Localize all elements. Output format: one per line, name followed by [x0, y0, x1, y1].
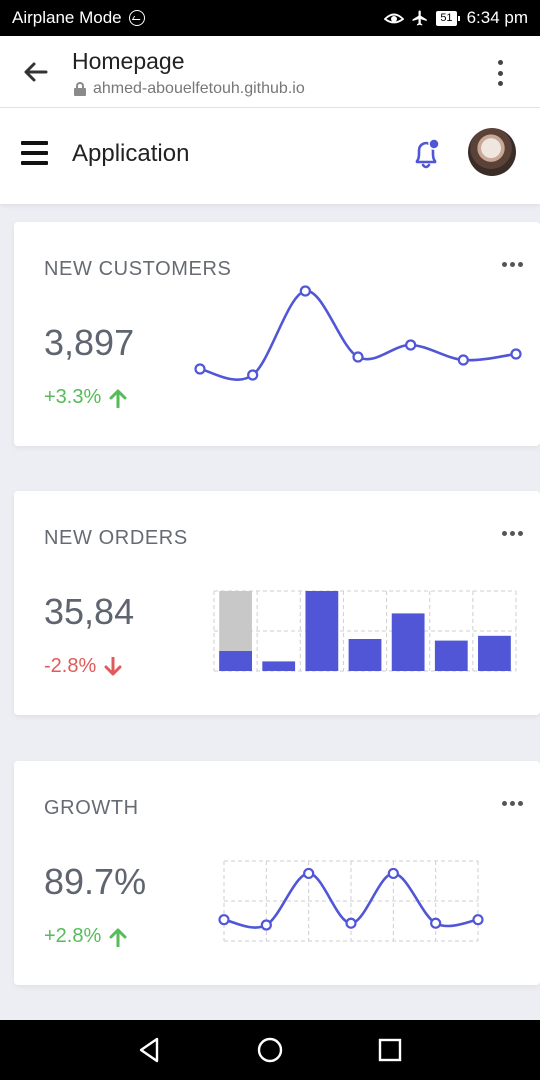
status-bar: Airplane Mode 51 6:34 pm: [0, 0, 540, 36]
hamburger-line: [21, 141, 48, 145]
data-point: [405, 339, 417, 351]
user-avatar[interactable]: [468, 128, 516, 176]
data-point: [247, 369, 259, 381]
data-point: [345, 917, 357, 929]
nav-recents-icon[interactable]: [375, 1035, 405, 1065]
bar: [434, 640, 468, 671]
data-point: [303, 867, 315, 880]
status-left: Airplane Mode: [12, 8, 145, 28]
app-header: Application: [0, 108, 540, 204]
system-navigation-bar: [0, 1020, 540, 1080]
data-point: [218, 914, 230, 926]
airplane-icon: [412, 10, 428, 26]
bar: [348, 639, 382, 671]
new-customers-card: NEW CUSTOMERS 3,897 +3.3%: [14, 222, 540, 446]
lock-icon: [74, 82, 86, 96]
data-point: [510, 348, 522, 360]
browser-toolbar: Homepage ahmed-abouelfetouh.github.io: [0, 36, 540, 108]
bar: [262, 661, 296, 671]
series-line: [199, 289, 517, 381]
dot-icon: [497, 81, 503, 86]
bar: [478, 635, 511, 671]
data-point: [472, 914, 484, 926]
nav-home-icon[interactable]: [255, 1035, 285, 1065]
back-arrow-icon: [24, 62, 48, 82]
status-time: 6:34 pm: [466, 8, 528, 27]
battery-icon: 51: [436, 10, 460, 26]
page-url[interactable]: ahmed-abouelfetouh.github.io: [74, 80, 305, 98]
notification-dot: [428, 138, 440, 150]
bar: [391, 613, 425, 671]
url-text: ahmed-abouelfetouh.github.io: [93, 80, 305, 97]
data-point: [457, 354, 469, 366]
status-right: 51 6:34 pm: [384, 8, 528, 28]
data-point: [352, 351, 364, 363]
data-point: [194, 363, 206, 375]
data-point: [260, 919, 272, 931]
hamburger-line: [21, 161, 48, 165]
eye-icon: [384, 13, 405, 24]
browser-menu-button[interactable]: [488, 58, 512, 88]
bar: [305, 591, 339, 671]
back-button[interactable]: [20, 58, 50, 86]
notification-bell-icon[interactable]: [406, 134, 446, 174]
growth-card: GROWTH 89.7% +2.8%: [14, 761, 540, 985]
hamburger-line: [21, 151, 48, 155]
data-point: [430, 917, 442, 929]
data-point: [299, 285, 311, 297]
app-title: Application: [72, 140, 190, 167]
page-title: Homepage: [72, 48, 185, 74]
nav-back-icon[interactable]: [135, 1035, 165, 1065]
messenger-icon: [128, 10, 145, 26]
orders-bar-chart: [213, 590, 517, 672]
bar: [219, 651, 252, 671]
data-point: [387, 867, 399, 880]
dot-icon: [497, 60, 503, 65]
airplane-mode-label: Airplane Mode: [12, 8, 122, 27]
growth-line-chart: [218, 860, 484, 942]
dot-icon: [497, 70, 503, 76]
new-orders-card: NEW ORDERS 35,84 -2.8%: [14, 491, 540, 715]
customers-line-chart: [194, 285, 522, 381]
hamburger-menu-button[interactable]: [21, 141, 48, 165]
